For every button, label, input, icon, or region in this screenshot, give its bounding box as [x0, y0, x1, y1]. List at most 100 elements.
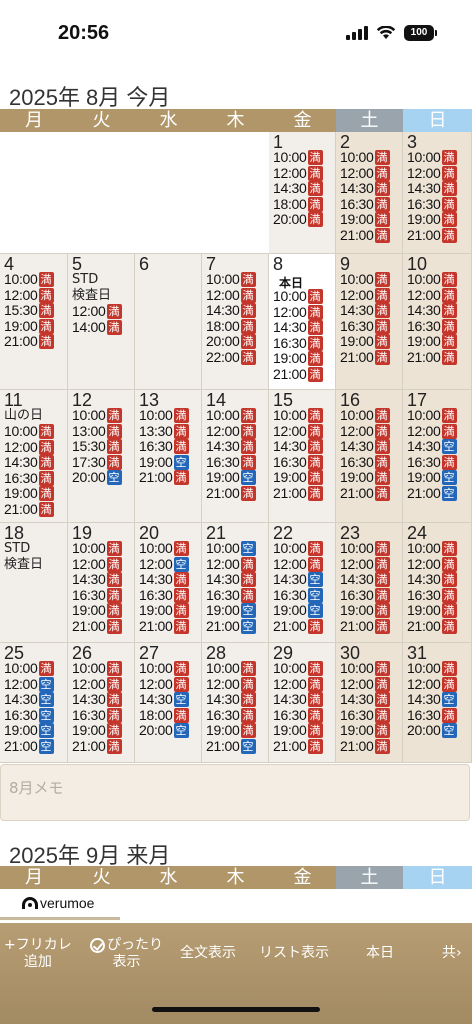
time-slot[interactable]: 21:00 満	[340, 619, 390, 634]
day-cell-10[interactable]: 10 10:00 満 12:00 満 14:30 満 16:30 満 19:00 満 21:00 満	[403, 254, 472, 390]
day-cell-8[interactable]: 8 本日 10:00 満 12:00 満 14:30 満 16:30 満 19:00 満 21:00 満	[269, 254, 336, 390]
time-slot[interactable]: 14:30 満	[340, 439, 390, 455]
time-slot[interactable]: 12:00 満	[407, 556, 457, 572]
add-furigana-button[interactable]: +フリカレ 追加	[4, 937, 72, 971]
time-slot[interactable]: 12:00 満	[407, 676, 457, 692]
time-slot[interactable]: 18:00 満	[273, 196, 323, 212]
day-cell-27[interactable]: 27 10:00 満 12:00 満 14:30 空 18:00 満 20:00 空	[135, 643, 202, 763]
time-slot[interactable]: 13:00 満	[72, 423, 122, 439]
time-slot[interactable]: 14:30 満	[72, 692, 122, 708]
time-slot[interactable]: 10:00 満	[273, 408, 323, 423]
time-slot[interactable]: 21:00 満	[273, 367, 323, 382]
time-slot[interactable]: 12:00 満	[206, 556, 256, 572]
day-cell-14[interactable]: 14 10:00 満 12:00 満 14:30 満 16:30 満 19:00 空 21:00 満	[202, 390, 269, 523]
time-slot[interactable]: 15:30 満	[72, 439, 122, 455]
time-slot[interactable]: 16:30 満	[273, 707, 323, 723]
time-slot[interactable]: 16:30 満	[273, 454, 323, 470]
time-slot[interactable]: 19:00 満	[340, 470, 390, 486]
time-slot[interactable]: 14:00 満	[72, 319, 122, 335]
time-slot[interactable]: 10:00 満	[72, 541, 122, 556]
time-slot[interactable]: 16:30 満	[139, 439, 189, 455]
time-slot[interactable]: 14:30 空	[139, 692, 189, 708]
time-slot[interactable]: 14:30 満	[340, 692, 390, 708]
day-cell-3[interactable]: 3 10:00 満 12:00 満 14:30 満 16:30 満 19:00 満 21:00 満	[403, 132, 472, 254]
time-slot[interactable]: 21:00 満	[139, 470, 189, 486]
time-slot[interactable]: 16:30 満	[407, 707, 457, 723]
time-slot[interactable]: 14:30 空	[273, 572, 323, 588]
time-slot[interactable]: 19:00 空	[139, 454, 189, 470]
day-cell-11[interactable]: 11 山の日 10:00 満 12:00 満 14:30 満 16:30 満 19:00 満 21:00…	[0, 390, 68, 523]
day-cell-2[interactable]: 2 10:00 満 12:00 満 14:30 満 16:30 満 19:00 満 21:00 満	[336, 132, 403, 254]
day-cell-19[interactable]: 19 10:00 満 12:00 満 14:30 満 16:30 満 19:00 満 21:00 満	[68, 523, 135, 643]
day-cell-28[interactable]: 28 10:00 満 12:00 満 14:30 満 16:30 満 19:00 満 21:00 空	[202, 643, 269, 763]
time-slot[interactable]: 14:30 満	[407, 303, 457, 319]
day-cell-22[interactable]: 22 10:00 満 12:00 満 14:30 空 16:30 空 19:00 空 21:00 満	[269, 523, 336, 643]
time-slot[interactable]: 10:00 満	[139, 661, 189, 676]
time-slot[interactable]: 18:00 満	[206, 318, 256, 334]
time-slot[interactable]: 16:30 満	[407, 587, 457, 603]
time-slot[interactable]: 20:00 空	[72, 470, 122, 486]
time-slot[interactable]: 21:00 満	[273, 619, 323, 634]
day-cell-26[interactable]: 26 10:00 満 12:00 満 14:30 満 16:30 満 19:00 満 21:00 満	[68, 643, 135, 763]
time-slot[interactable]: 19:00 満	[139, 603, 189, 619]
time-slot[interactable]: 14:30 満	[206, 692, 256, 708]
time-slot[interactable]: 12:00 満	[72, 556, 122, 572]
time-slot[interactable]: 19:00 満	[72, 723, 122, 739]
day-cell-29[interactable]: 29 10:00 満 12:00 満 14:30 満 16:30 満 19:00 満 21:00 満	[269, 643, 336, 763]
time-slot[interactable]: 16:30 空	[4, 707, 54, 723]
day-cell-18[interactable]: 18 STD 検査日	[0, 523, 68, 643]
time-slot[interactable]: 14:30 満	[273, 320, 323, 336]
time-slot[interactable]: 10:00 満	[4, 661, 54, 676]
time-slot[interactable]: 16:30 満	[273, 335, 323, 351]
time-slot[interactable]: 21:00 満	[206, 486, 256, 501]
time-slot[interactable]: 21:00 満	[340, 350, 390, 365]
day-cell-15[interactable]: 15 10:00 満 12:00 満 14:30 満 16:30 満 19:00 満 21:00 満	[269, 390, 336, 523]
time-slot[interactable]: 12:00 満	[273, 556, 323, 572]
time-slot[interactable]: 10:00 満	[139, 408, 189, 423]
day-cell-30[interactable]: 30 10:00 満 12:00 満 14:30 満 16:30 満 19:00 満 21:00 満	[336, 643, 403, 763]
time-slot[interactable]: 10:00 満	[273, 541, 323, 556]
time-slot[interactable]: 19:00 満	[340, 603, 390, 619]
time-slot[interactable]: 10:00 満	[72, 661, 122, 676]
time-slot[interactable]: 14:30 空	[4, 692, 54, 708]
time-slot[interactable]: 12:00 満	[340, 423, 390, 439]
time-slot[interactable]: 21:00 満	[72, 619, 122, 634]
time-slot[interactable]: 10:00 満	[206, 408, 256, 423]
time-slot[interactable]: 16:30 空	[273, 587, 323, 603]
time-slot[interactable]: 10:00 満	[340, 408, 390, 423]
day-cell-1[interactable]: 1 10:00 満 12:00 満 14:30 満 18:00 満 20:00 満	[269, 132, 336, 254]
day-cell-7[interactable]: 7 10:00 満 12:00 満 14:30 満 18:00 満 20:00 満 22:00 満	[202, 254, 269, 390]
time-slot[interactable]: 20:00 空	[139, 723, 189, 739]
day-cell-25[interactable]: 25 10:00 満 12:00 空 14:30 空 16:30 空 19:00 空 21:00 空	[0, 643, 68, 763]
time-slot[interactable]: 20:00 空	[407, 723, 457, 739]
day-cell-9[interactable]: 9 10:00 満 12:00 満 14:30 満 16:30 満 19:00 満 21:00 満	[336, 254, 403, 390]
time-slot[interactable]: 14:30 満	[273, 181, 323, 197]
time-slot[interactable]: 12:00 満	[273, 165, 323, 181]
time-slot[interactable]: 14:30 空	[407, 439, 457, 455]
day-cell-24[interactable]: 24 10:00 満 12:00 満 14:30 満 16:30 満 19:00 満 21:00 満	[403, 523, 472, 643]
time-slot[interactable]: 19:00 満	[407, 212, 457, 228]
time-slot[interactable]: 16:30 満	[340, 707, 390, 723]
time-slot[interactable]: 14:30 満	[72, 572, 122, 588]
time-slot[interactable]: 12:00 満	[340, 165, 390, 181]
time-slot[interactable]: 10:00 満	[4, 424, 54, 439]
time-slot[interactable]: 14:30 満	[273, 439, 323, 455]
time-slot[interactable]: 16:30 満	[340, 454, 390, 470]
time-slot[interactable]: 21:00 満	[340, 486, 390, 501]
time-slot[interactable]: 21:00 満	[340, 228, 390, 243]
time-slot[interactable]: 10:00 満	[139, 541, 189, 556]
time-slot[interactable]: 10:00 満	[273, 661, 323, 676]
time-slot[interactable]: 12:00 満	[4, 439, 54, 455]
time-slot[interactable]: 19:00 満	[4, 486, 54, 502]
time-slot[interactable]: 21:00 空	[206, 739, 256, 754]
time-slot[interactable]: 14:30 空	[407, 692, 457, 708]
time-slot[interactable]: 14:30 満	[407, 572, 457, 588]
time-slot[interactable]: 20:00 満	[273, 212, 323, 228]
time-slot[interactable]: 16:30 満	[206, 454, 256, 470]
time-slot[interactable]: 10:00 満	[340, 661, 390, 676]
day-cell-12[interactable]: 12 10:00 満 13:00 満 15:30 満 17:30 満 20:00 空	[68, 390, 135, 523]
time-slot[interactable]: 14:30 満	[340, 181, 390, 197]
time-slot[interactable]: 19:00 満	[273, 351, 323, 367]
time-slot[interactable]: 19:00 満	[273, 470, 323, 486]
time-slot[interactable]: 12:00 満	[206, 676, 256, 692]
